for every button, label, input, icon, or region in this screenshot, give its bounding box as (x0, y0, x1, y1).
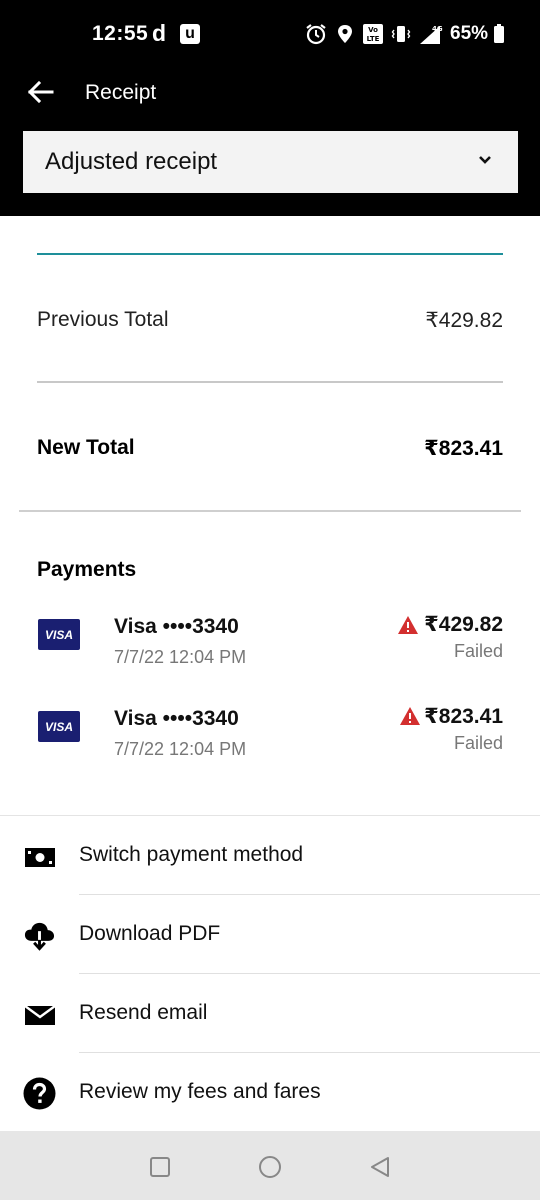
divider (19, 510, 521, 512)
warning-icon (400, 707, 420, 725)
cash-icon (23, 840, 56, 873)
app-notification-icon: d (152, 20, 167, 46)
svg-text:Vo: Vo (368, 26, 378, 34)
envelope-icon (23, 998, 56, 1031)
payments-heading: Payments (37, 558, 137, 581)
signal-4g-icon: 4G (420, 25, 443, 44)
visa-card-icon: VISA (38, 711, 80, 742)
action-label: Switch payment method (79, 843, 304, 866)
payment-amount: ₹823.41 (424, 705, 503, 728)
previous-total-value: ₹429.82 (425, 309, 503, 332)
location-icon (338, 25, 352, 43)
receipt-type-dropdown[interactable]: Adjusted receipt (23, 131, 518, 193)
divider (37, 381, 503, 383)
recent-apps-icon (150, 1157, 170, 1177)
resend-email-button[interactable]: Resend email (0, 974, 540, 1053)
alarm-icon (306, 24, 326, 45)
system-nav-bar (0, 1131, 540, 1200)
payment-item: VISA Visa ••••3340 7/7/22 12:04 PM ₹429.… (0, 610, 540, 680)
system-back-button[interactable] (368, 1155, 392, 1179)
status-time: 12:55 (92, 22, 149, 45)
svg-text:4G: 4G (432, 25, 443, 33)
payment-status: Failed (453, 641, 503, 661)
action-label: Download PDF (79, 922, 221, 945)
action-label: Resend email (79, 1001, 208, 1024)
battery-icon (494, 24, 505, 43)
volte-icon: Vo LTE (363, 24, 383, 44)
recent-apps-button[interactable] (148, 1155, 172, 1179)
page-title: Receipt (85, 81, 157, 104)
card-name: Visa ••••3340 (114, 707, 239, 730)
battery-percent: 65% (450, 23, 489, 44)
home-icon (259, 1156, 281, 1178)
review-fees-button[interactable]: Review my fees and fares (0, 1053, 540, 1132)
svg-text:LTE: LTE (367, 35, 380, 43)
warning-icon (398, 616, 418, 634)
app-header: Receipt Adjusted receipt (0, 68, 540, 216)
cloud-download-icon (23, 919, 56, 952)
payment-date: 7/7/22 12:04 PM (114, 647, 247, 667)
receipt-type-value: Adjusted receipt (45, 148, 218, 175)
action-label: Review my fees and fares (79, 1080, 321, 1103)
previous-total-label: Previous Total (37, 308, 169, 331)
vibrate-icon (391, 26, 411, 42)
back-triangle-icon (371, 1157, 389, 1177)
download-pdf-button[interactable]: Download PDF (0, 895, 540, 974)
payment-date: 7/7/22 12:04 PM (114, 739, 247, 759)
payment-item: VISA Visa ••••3340 7/7/22 12:04 PM ₹823.… (0, 703, 540, 773)
app-notification-icon: u (180, 24, 200, 44)
switch-payment-method-button[interactable]: Switch payment method (0, 816, 540, 895)
card-name: Visa ••••3340 (114, 615, 239, 638)
visa-card-icon: VISA (38, 619, 80, 650)
chevron-down-icon (479, 156, 491, 164)
status-bar: 12:55 d u Vo LTE 4G 65% (0, 0, 540, 68)
status-icons: Vo LTE 4G 65% (304, 23, 505, 45)
arrow-left-icon (27, 80, 54, 104)
back-button[interactable] (24, 78, 56, 106)
payment-status: Failed (453, 733, 503, 753)
home-button[interactable] (258, 1155, 282, 1179)
payment-amount: ₹429.82 (424, 613, 503, 636)
new-total-value: ₹823.41 (424, 437, 503, 460)
new-total-label: New Total (37, 436, 135, 459)
help-circle-icon (23, 1077, 56, 1110)
accent-divider (37, 253, 503, 255)
